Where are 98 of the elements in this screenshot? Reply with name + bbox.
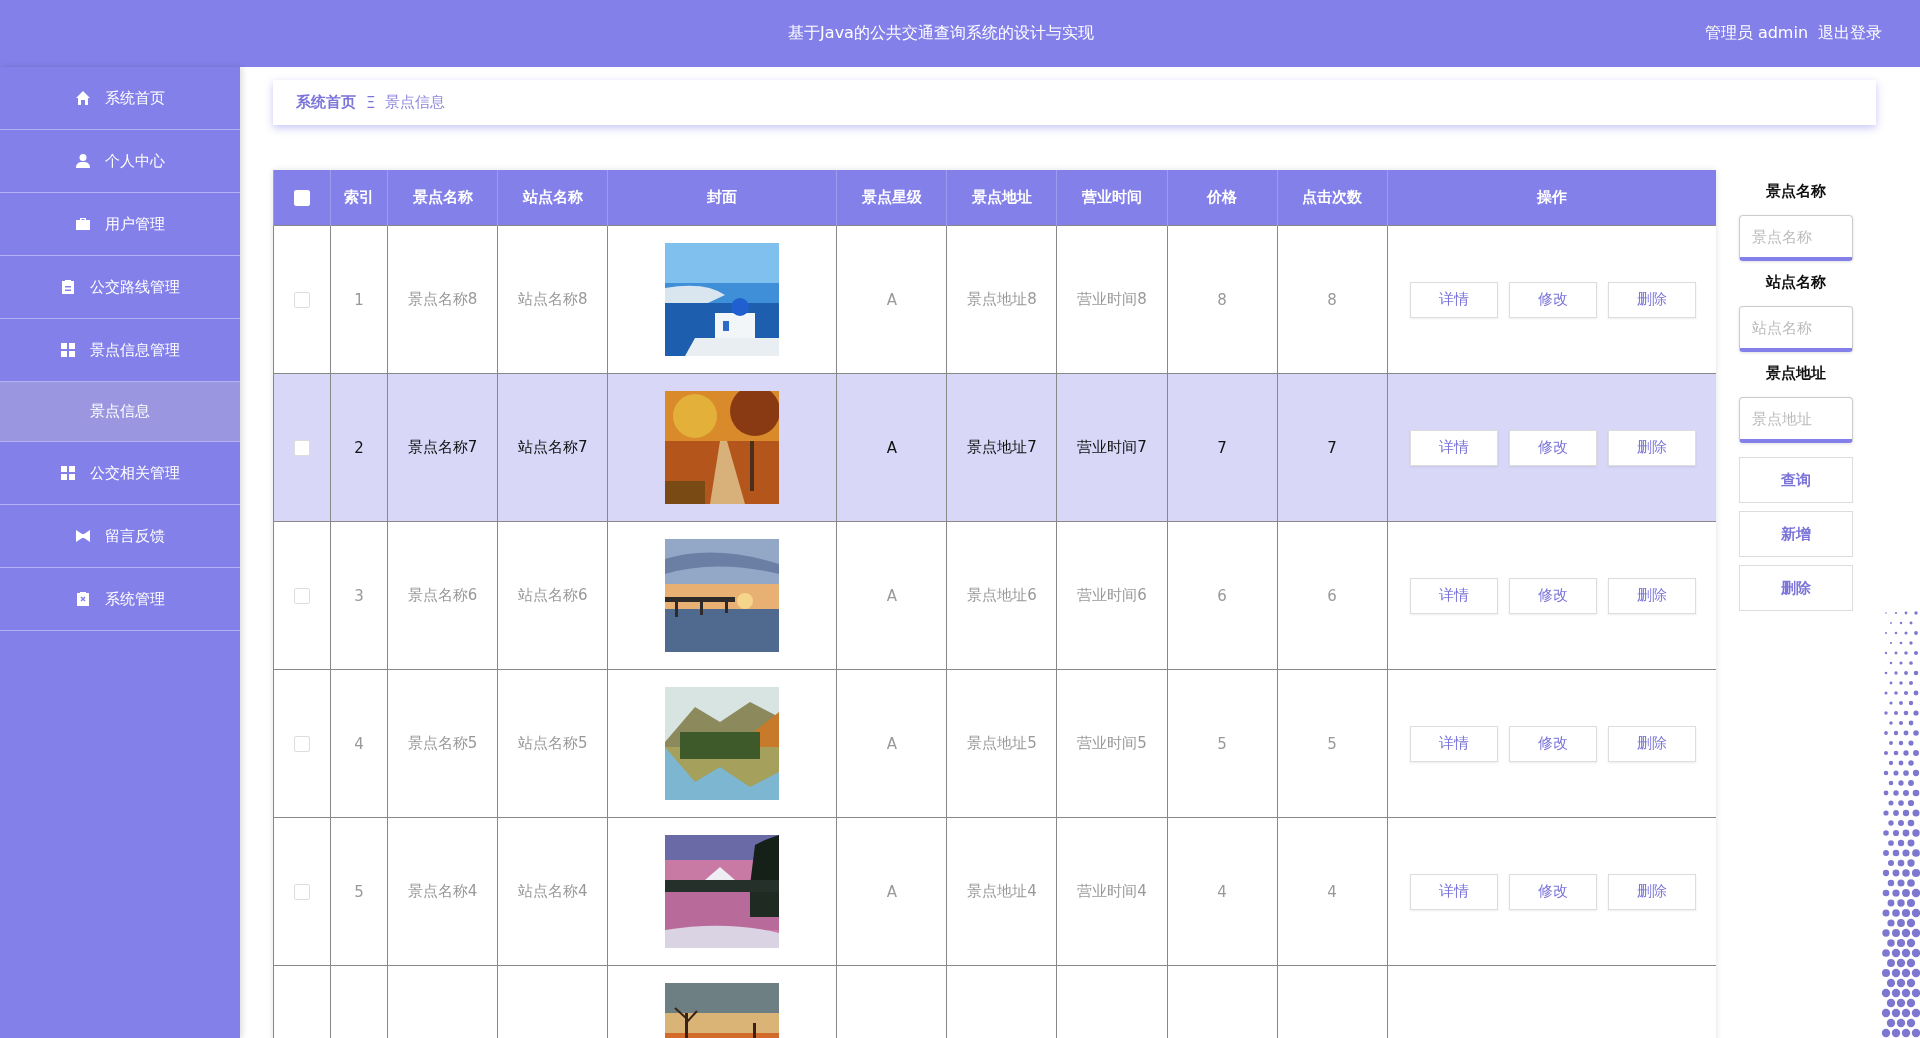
column-header: 点击次数: [1277, 170, 1388, 226]
action-button[interactable]: 修改: [1508, 725, 1597, 762]
action-button[interactable]: 详情: [1409, 429, 1498, 466]
table-cell: 7: [1277, 373, 1388, 522]
table-cell: 景点名称5: [387, 669, 498, 818]
column-header: 索引: [330, 170, 388, 226]
sidebar-item[interactable]: 用户管理: [0, 193, 240, 256]
table-cell: 站点名称6: [497, 521, 608, 670]
table-cell: 景点地址5: [946, 669, 1057, 818]
table-row[interactable]: 3 景点名称6 站点名称6 A 景点地址6 营业时间6 6 6 详情 修改 删除: [273, 521, 1716, 670]
column-header: 站点名称: [497, 170, 608, 226]
grid-icon: [60, 465, 76, 481]
field-label: 景点名称: [1765, 182, 1827, 201]
clipboard-icon: [60, 279, 76, 295]
table-cell: A: [836, 521, 947, 670]
sidebar-item[interactable]: 系统管理: [0, 568, 240, 631]
panel-button[interactable]: 删除: [1739, 565, 1853, 611]
table-cell: A: [836, 373, 947, 522]
action-button[interactable]: 详情: [1409, 281, 1498, 318]
input-field[interactable]: 景点名称: [1739, 215, 1853, 261]
table-cell: 站点名称4: [497, 817, 608, 966]
table-cell: 2: [330, 373, 388, 522]
table-row[interactable]: 1 景点名称8 站点名称8 A 景点地址8 营业时间8 8 8 详情 修改 删除: [273, 225, 1716, 374]
table-cell: 景点地址6: [946, 521, 1057, 670]
checkbox[interactable]: [294, 884, 310, 900]
table-cell: 6: [1167, 521, 1278, 670]
table-row[interactable]: 4 景点名称5 站点名称5 A 景点地址5 营业时间5 5 5 详情 修改 删除: [273, 669, 1716, 818]
action-button[interactable]: 删除: [1607, 873, 1696, 910]
briefcase-icon: [75, 216, 91, 232]
action-button[interactable]: 详情: [1409, 577, 1498, 614]
action-button[interactable]: 删除: [1607, 577, 1696, 614]
column-header: 操作: [1387, 170, 1716, 226]
grid-icon: [60, 342, 76, 358]
bowtie-icon: [75, 528, 91, 544]
input-field[interactable]: 景点地址: [1739, 397, 1853, 443]
action-button[interactable]: 删除: [1607, 725, 1696, 762]
action-button[interactable]: 详情: [1409, 725, 1498, 762]
table-cell: 景点名称7: [387, 373, 498, 522]
table-cell: 5: [330, 817, 388, 966]
table-cell: 7: [1167, 373, 1278, 522]
table-cell: 5: [1277, 669, 1388, 818]
home-icon: [75, 90, 91, 106]
checkbox[interactable]: [294, 292, 310, 308]
action-button[interactable]: 删除: [1607, 429, 1696, 466]
column-header: 营业时间: [1056, 170, 1168, 226]
table-cell: A: [836, 817, 947, 966]
checkbox[interactable]: [294, 440, 310, 456]
user-icon: [75, 153, 91, 169]
table-cell: 站点名称5: [497, 669, 608, 818]
table-cell: 营业时间6: [1056, 521, 1168, 670]
field-label: 景点地址: [1765, 364, 1827, 383]
table-cell: 营业时间5: [1056, 669, 1168, 818]
table-row[interactable]: 5 景点名称4 站点名称4 A 景点地址4 营业时间4 4 4 详情 修改 删除: [273, 817, 1716, 966]
sidebar-item[interactable]: 景点信息: [0, 382, 240, 442]
breadcrumb-separator: Ξ: [366, 93, 376, 112]
table-row[interactable]: 2 景点名称7 站点名称7 A 景点地址7 营业时间7 7 7 详情 修改 删除: [273, 373, 1716, 522]
app-title: 基于Java的公共交通查询系统的设计与实现: [788, 23, 1094, 44]
panel-button[interactable]: 新增: [1739, 511, 1853, 557]
table-cell: 3: [330, 521, 388, 670]
table-cell: 4: [1277, 817, 1388, 966]
table-cell: 景点地址7: [946, 373, 1057, 522]
table-cell: 景点名称6: [387, 521, 498, 670]
action-button[interactable]: 删除: [1607, 281, 1696, 318]
sidebar-item[interactable]: 公交路线管理: [0, 256, 240, 319]
table-cell: 营业时间7: [1056, 373, 1168, 522]
column-header: 封面: [607, 170, 837, 226]
table-cell: A: [836, 669, 947, 818]
user-label: 管理员 admin: [1704, 23, 1808, 44]
table-cell: 景点名称4: [387, 817, 498, 966]
column-header: 景点地址: [946, 170, 1057, 226]
table-cell: 营业时间4: [1056, 817, 1168, 966]
table-cell: 6: [1277, 521, 1388, 670]
action-button[interactable]: 修改: [1508, 577, 1597, 614]
sidebar-item[interactable]: 公交相关管理: [0, 442, 240, 505]
table-cell: 景点地址4: [946, 817, 1057, 966]
breadcrumb-current: 景点信息: [385, 93, 446, 112]
sidebar-item[interactable]: 系统首页: [0, 67, 240, 130]
input-field[interactable]: 站点名称: [1739, 306, 1853, 352]
clipboard-icon: [75, 591, 91, 607]
column-header: 景点名称: [387, 170, 498, 226]
action-button[interactable]: 修改: [1508, 429, 1597, 466]
panel-button[interactable]: 查询: [1739, 457, 1853, 503]
breadcrumb-link[interactable]: 系统首页: [296, 93, 356, 112]
checkbox[interactable]: [294, 588, 310, 604]
field-label: 站点名称: [1764, 273, 1827, 292]
table-cell: 站点名称7: [497, 373, 608, 522]
checkbox[interactable]: [294, 736, 310, 752]
column-header: 价格: [1167, 170, 1278, 226]
action-button[interactable]: 详情: [1409, 873, 1498, 910]
column-header: 景点星级: [836, 170, 947, 226]
logout-link[interactable]: 退出登录: [1818, 23, 1882, 44]
action-button[interactable]: 修改: [1508, 873, 1597, 910]
sidebar-item[interactable]: 留言反馈: [0, 505, 240, 568]
sidebar-item[interactable]: 个人中心: [0, 130, 240, 193]
action-button[interactable]: 修改: [1508, 281, 1597, 318]
table-cell: 5: [1167, 669, 1278, 818]
table-cell: 4: [1167, 817, 1278, 966]
table-cell: 4: [330, 669, 388, 818]
